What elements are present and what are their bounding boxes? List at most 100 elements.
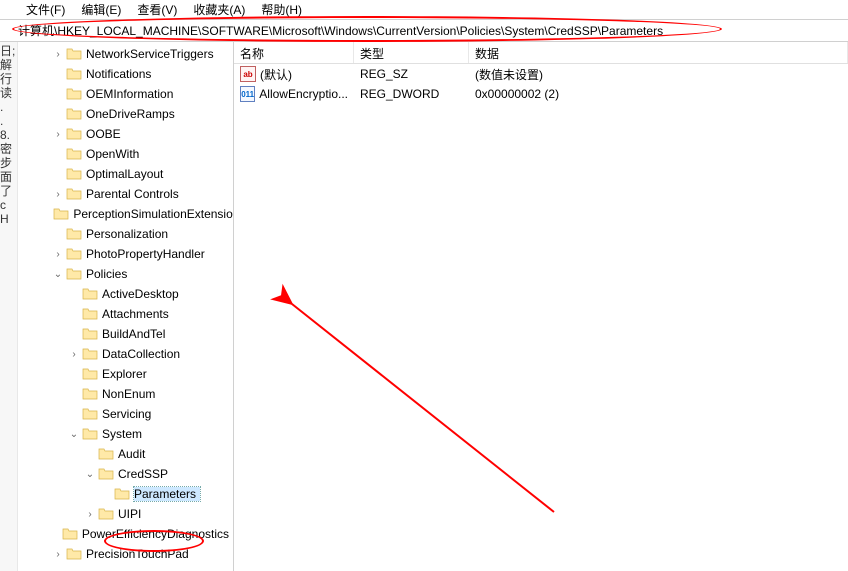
menu-view[interactable]: 查看(V) <box>129 0 185 20</box>
tree-item-uipi[interactable]: › UIPI <box>18 504 233 524</box>
tree-item-perceptionsimulationextensions[interactable]: ›PerceptionSimulationExtensions <box>18 204 233 224</box>
tree-item-datacollection[interactable]: › DataCollection <box>18 344 233 364</box>
tree-label: CredSSP <box>118 467 172 481</box>
tree-pane[interactable]: ›NetworkServiceTriggers›Notifications›OE… <box>18 42 234 571</box>
tree-label: NetworkServiceTriggers <box>86 47 218 61</box>
tree-label: UIPI <box>118 507 145 521</box>
folder-icon <box>66 247 82 261</box>
tree-item-networkservicetriggers[interactable]: › NetworkServiceTriggers <box>18 44 233 64</box>
tree-label: Personalization <box>86 227 172 241</box>
tree-label: PowerEfficiencyDiagnostics <box>82 527 233 541</box>
expander-icon[interactable]: › <box>50 249 66 260</box>
folder-icon <box>82 347 98 361</box>
tree-item-oeminformation[interactable]: ›OEMInformation <box>18 84 233 104</box>
menu-favorites[interactable]: 收藏夹(A) <box>185 0 253 20</box>
tree-item-parameters[interactable]: ›Parameters <box>18 484 233 504</box>
tree-item-personalization[interactable]: ›Personalization <box>18 224 233 244</box>
left-cropped-strip: 日;解行读..8.密步面了cH <box>0 42 18 571</box>
tree-label: PhotoPropertyHandler <box>86 247 209 261</box>
value-type: REG_DWORD <box>354 87 469 101</box>
tree-item-openwith[interactable]: ›OpenWith <box>18 144 233 164</box>
col-data[interactable]: 数据 <box>469 42 848 63</box>
tree-item-servicing[interactable]: ›Servicing <box>18 404 233 424</box>
menu-help[interactable]: 帮助(H) <box>253 0 310 20</box>
folder-icon <box>66 47 82 61</box>
tree-label: BuildAndTel <box>102 327 169 341</box>
tree-label: System <box>102 427 146 441</box>
tree-item-photopropertyhandler[interactable]: › PhotoPropertyHandler <box>18 244 233 264</box>
folder-icon <box>82 327 98 341</box>
folder-icon <box>66 107 82 121</box>
tree-item-activedesktop[interactable]: ›ActiveDesktop <box>18 284 233 304</box>
tree-item-notifications[interactable]: ›Notifications <box>18 64 233 84</box>
value-list-pane[interactable]: 名称 类型 数据 ab(默认)REG_SZ(数值未设置)011AllowEncr… <box>234 42 848 571</box>
menu-file[interactable]: 文件(F) <box>18 0 73 20</box>
folder-icon <box>66 547 82 561</box>
tree-label: Servicing <box>102 407 155 421</box>
tree-label: Audit <box>118 447 149 461</box>
folder-icon <box>66 127 82 141</box>
list-row[interactable]: ab(默认)REG_SZ(数值未设置) <box>234 64 848 84</box>
expander-icon[interactable]: ⌄ <box>50 269 66 280</box>
folder-icon <box>66 187 82 201</box>
tree-item-system[interactable]: ⌄ System <box>18 424 233 444</box>
tree-label: Notifications <box>86 67 155 81</box>
tree-label: NonEnum <box>102 387 159 401</box>
folder-icon <box>114 487 130 501</box>
value-type: REG_SZ <box>354 67 469 81</box>
tree-item-buildandtel[interactable]: ›BuildAndTel <box>18 324 233 344</box>
tree-item-optimallayout[interactable]: ›OptimalLayout <box>18 164 233 184</box>
tree-item-attachments[interactable]: ›Attachments <box>18 304 233 324</box>
value-name: AllowEncryptio... <box>259 87 348 101</box>
tree-label: ActiveDesktop <box>102 287 183 301</box>
tree-item-oobe[interactable]: › OOBE <box>18 124 233 144</box>
list-header: 名称 类型 数据 <box>234 42 848 64</box>
tree-item-audit[interactable]: ›Audit <box>18 444 233 464</box>
folder-icon <box>82 367 98 381</box>
expander-icon[interactable]: › <box>50 49 66 60</box>
expander-icon[interactable]: ⌄ <box>82 469 98 480</box>
expander-icon[interactable]: › <box>50 129 66 140</box>
menu-edit[interactable]: 编辑(E) <box>73 0 129 20</box>
tree-label: DataCollection <box>102 347 184 361</box>
folder-icon <box>66 147 82 161</box>
expander-icon[interactable]: › <box>50 189 66 200</box>
expander-icon[interactable]: › <box>50 549 66 560</box>
tree-item-credssp[interactable]: ⌄ CredSSP <box>18 464 233 484</box>
col-name[interactable]: 名称 <box>234 42 354 63</box>
tree-item-policies[interactable]: ⌄ Policies <box>18 264 233 284</box>
tree-item-parental-controls[interactable]: › Parental Controls <box>18 184 233 204</box>
tree-item-powerefficiencydiagnostics[interactable]: ›PowerEfficiencyDiagnostics <box>18 524 233 544</box>
expander-icon[interactable]: ⌄ <box>66 429 82 440</box>
value-name: (默认) <box>260 66 292 83</box>
tree-label: Parental Controls <box>86 187 183 201</box>
tree-label: PerceptionSimulationExtensions <box>73 207 234 221</box>
tree-label: OOBE <box>86 127 125 141</box>
folder-icon <box>66 267 82 281</box>
expander-icon[interactable]: › <box>66 349 82 360</box>
expander-icon[interactable]: › <box>82 509 98 520</box>
tree-label: Attachments <box>102 307 173 321</box>
tree-item-explorer[interactable]: ›Explorer <box>18 364 233 384</box>
folder-icon <box>82 287 98 301</box>
tree-item-precisiontouchpad[interactable]: ›PrecisionTouchPad <box>18 544 233 564</box>
folder-icon <box>98 507 114 521</box>
tree-item-onedriveramps[interactable]: ›OneDriveRamps <box>18 104 233 124</box>
folder-icon <box>66 67 82 81</box>
folder-icon <box>82 307 98 321</box>
tree-label: Policies <box>86 267 131 281</box>
folder-icon <box>98 467 114 481</box>
annotation-arrow <box>234 42 834 562</box>
tree-label: OptimalLayout <box>86 167 167 181</box>
reg-string-icon: ab <box>240 66 256 82</box>
tree-item-nonenum[interactable]: ›NonEnum <box>18 384 233 404</box>
address-bar[interactable]: 计算机\HKEY_LOCAL_MACHINE\SOFTWARE\Microsof… <box>0 20 848 42</box>
tree-label: OpenWith <box>86 147 143 161</box>
list-row[interactable]: 011AllowEncryptio...REG_DWORD0x00000002 … <box>234 84 848 104</box>
address-path: 计算机\HKEY_LOCAL_MACHINE\SOFTWARE\Microsof… <box>18 22 663 39</box>
tree-label: Parameters <box>134 487 200 501</box>
folder-icon <box>82 427 98 441</box>
reg-dword-icon: 011 <box>240 86 255 102</box>
col-type[interactable]: 类型 <box>354 42 469 63</box>
menu-bar: 文件(F) 编辑(E) 查看(V) 收藏夹(A) 帮助(H) <box>0 0 848 20</box>
